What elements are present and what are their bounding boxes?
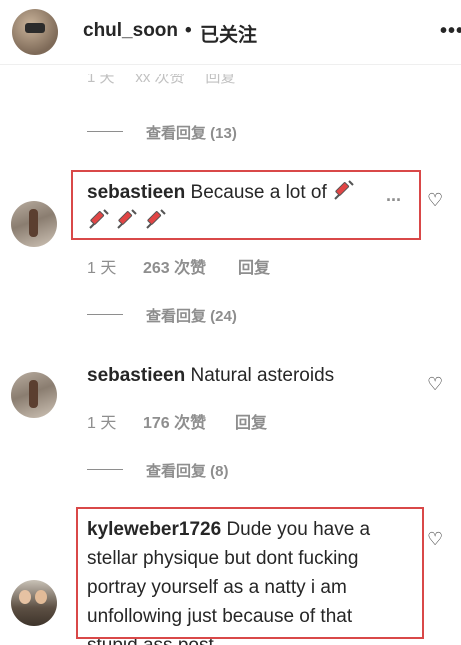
comment-time: 1 天 (87, 415, 117, 432)
separator-dot: • (185, 20, 192, 41)
comment-username[interactable]: sebastieen (87, 365, 185, 386)
view-replies-link[interactable]: 查看回复 (8) (146, 460, 229, 481)
poster-avatar[interactable] (12, 9, 58, 55)
commenter-avatar[interactable] (11, 580, 57, 626)
reply-divider-line (87, 314, 123, 315)
comment-text: Natural asteroids (190, 365, 335, 386)
reply-button[interactable]: 回复 (238, 254, 270, 278)
comment-meta: 1 天 176 次赞 回复 (87, 409, 387, 432)
reply-divider-line (87, 469, 123, 470)
faded-previous-meta: 1 天 xx 次赞 回复 (87, 69, 236, 87)
syringe-icon (89, 209, 109, 229)
reply-divider-line (87, 131, 123, 132)
commenter-avatar[interactable] (11, 372, 57, 418)
reply-button[interactable]: 回复 (235, 409, 267, 433)
syringe-icon (334, 180, 354, 200)
comment-time: 1 天 (87, 260, 117, 277)
faded-reply: 回复 (205, 69, 236, 86)
more-options-icon[interactable]: ••• (440, 20, 461, 43)
faded-likes: xx 次赞 (135, 69, 185, 86)
post-header: chul_soon • 已关注 ••• (0, 0, 461, 65)
syringe-icon (146, 209, 166, 229)
like-heart-icon[interactable]: ♡ (427, 529, 443, 550)
comment-body: sebastieen Natural asteroids (87, 362, 407, 390)
follow-status[interactable]: 已关注 (200, 20, 257, 47)
comment-meta: 1 天 263 次赞 回复 (87, 254, 387, 277)
syringe-emoji-row (87, 207, 168, 232)
commenter-avatar[interactable] (11, 201, 57, 247)
poster-username[interactable]: chul_soon (83, 20, 178, 42)
like-count[interactable]: 176 次赞 (143, 409, 206, 433)
highlight-box (76, 507, 424, 639)
view-replies-link[interactable]: 查看回复 (13) (146, 122, 237, 143)
faded-time: 1 天 (87, 69, 115, 86)
like-heart-icon[interactable]: ♡ (427, 374, 443, 395)
comment-username[interactable]: sebastieen (87, 182, 185, 203)
more-text-ellipsis[interactable]: ... (386, 185, 401, 206)
view-replies-link[interactable]: 查看回复 (24) (146, 305, 237, 326)
like-heart-icon[interactable]: ♡ (427, 190, 443, 211)
like-count[interactable]: 263 次赞 (143, 254, 206, 278)
comment-text: Because a lot of (190, 182, 327, 203)
syringe-icon (117, 209, 138, 229)
